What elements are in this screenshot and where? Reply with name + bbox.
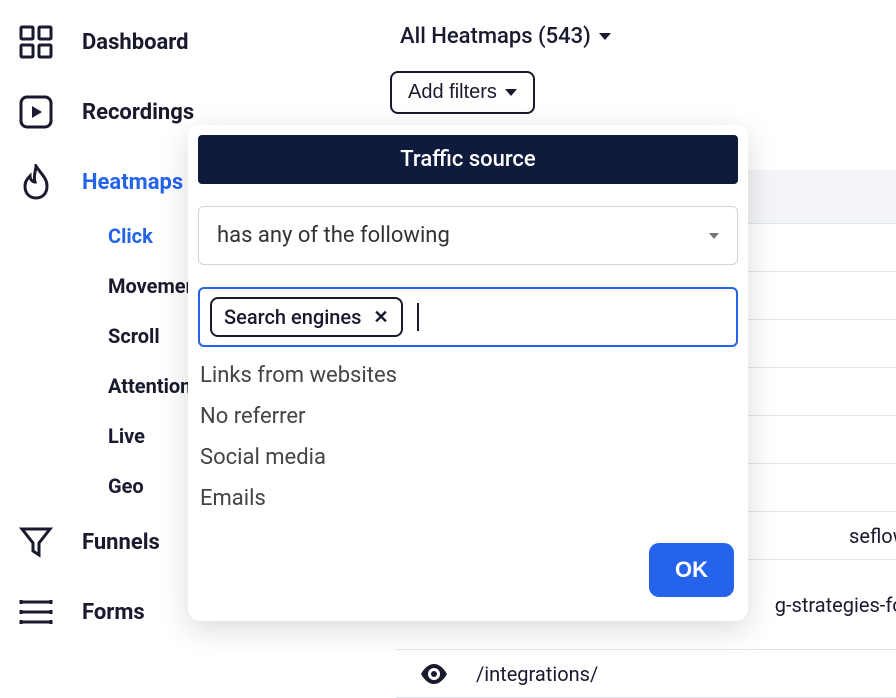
play-icon [18, 94, 54, 130]
add-filters-button[interactable]: Add filters [390, 71, 535, 114]
row-path: /integrations/ [476, 662, 598, 686]
add-filters-label: Add filters [408, 81, 497, 104]
heatmap-selector[interactable]: All Heatmaps (543) [390, 24, 611, 49]
filter-popup: Traffic source has any of the following … [188, 125, 748, 621]
heatmap-selector-label: All Heatmaps (543) [400, 24, 591, 49]
sidebar-item-label: Recordings [82, 100, 194, 125]
filter-value-input[interactable]: Search engines ✕ [198, 287, 738, 347]
row-path: g-strategies-for- [775, 593, 896, 617]
eye-icon [420, 664, 448, 684]
filter-popup-title: Traffic source [198, 135, 738, 184]
sidebar-item-dashboard[interactable]: Dashboard [18, 24, 298, 60]
dashboard-icon [18, 24, 54, 60]
chevron-down-icon [599, 33, 611, 40]
filter-option-no-referrer[interactable]: No referrer [198, 396, 738, 437]
filter-chip-search-engines[interactable]: Search engines ✕ [210, 297, 403, 337]
ok-button[interactable]: OK [649, 543, 734, 597]
forms-icon [18, 594, 54, 630]
table-row[interactable]: /integrations/ [396, 650, 896, 698]
chevron-down-icon [709, 233, 719, 239]
chip-remove-icon[interactable]: ✕ [373, 307, 388, 328]
funnel-icon [18, 524, 54, 560]
filter-option-emails[interactable]: Emails [198, 478, 738, 519]
flame-icon [18, 164, 54, 200]
filter-options-list: Links from websites No referrer Social m… [198, 355, 738, 519]
text-cursor [417, 303, 419, 331]
sidebar-item-label: Forms [82, 600, 145, 625]
filter-condition-value: has any of the following [217, 223, 450, 248]
filter-option-links[interactable]: Links from websites [198, 355, 738, 396]
sidebar-item-label: Dashboard [82, 30, 189, 55]
chip-label: Search engines [224, 305, 361, 329]
filter-condition-select[interactable]: has any of the following [198, 206, 738, 265]
top-controls: All Heatmaps (543) Add filters [390, 24, 611, 114]
chevron-down-icon [505, 89, 517, 96]
filter-option-social[interactable]: Social media [198, 437, 738, 478]
row-path: seflow/ [849, 524, 896, 548]
sidebar-item-label: Heatmaps [82, 170, 183, 195]
sidebar-item-label: Funnels [82, 530, 160, 555]
